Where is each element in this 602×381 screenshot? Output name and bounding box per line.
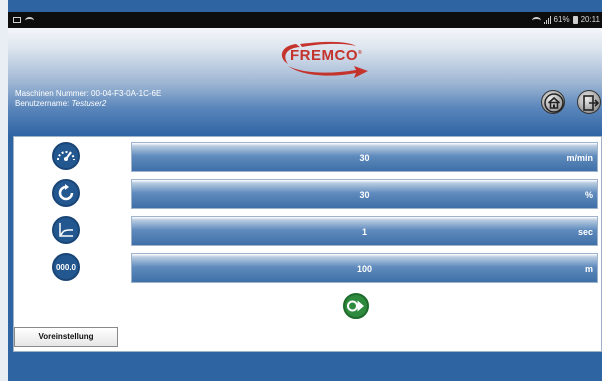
percent-field[interactable]: 30 % <box>131 179 598 209</box>
graph-icon <box>52 216 80 244</box>
speedometer-glyph <box>57 151 75 161</box>
rotate-glyph <box>58 184 74 201</box>
logo-registered-mark: ® <box>358 50 363 56</box>
logo-name: FREMCO <box>290 47 358 64</box>
user-label: Benutzername: <box>15 99 70 108</box>
wifi-notification-icon <box>25 16 34 24</box>
length-field[interactable]: 100 m <box>131 253 598 283</box>
user-name: Testuser2 <box>71 99 107 108</box>
length-unit: m <box>584 264 593 274</box>
machine-number-label: Maschinen Nummer: <box>15 89 89 98</box>
machine-info: Maschinen Nummer: 00-04-F3-0A-1C-6E Benu… <box>15 89 161 109</box>
user-line: Benutzername: Testuser2 <box>15 99 161 109</box>
app-screen: 61% 20:11 FREMCO® Maschinen Nummer: 00-0… <box>8 0 602 381</box>
logout-icon <box>583 95 600 111</box>
status-bar-left <box>13 12 34 28</box>
speedometer-icon <box>52 142 80 170</box>
start-button[interactable] <box>343 293 369 319</box>
length-value: 100 <box>356 264 373 274</box>
time-unit: sec <box>577 227 593 237</box>
battery-icon <box>572 16 578 24</box>
preset-button[interactable]: Voreinstellung <box>14 327 118 347</box>
home-button[interactable] <box>541 90 565 114</box>
counter-icon: 000.0 <box>52 253 80 281</box>
speed-value: 30 <box>359 153 370 163</box>
play-icon <box>347 300 364 312</box>
gallery-notification-icon <box>13 17 21 23</box>
fremco-logo-text: FREMCO® <box>290 44 363 64</box>
home-icon <box>544 93 564 113</box>
graph-glyph <box>59 223 73 237</box>
signal-icon <box>543 16 551 24</box>
logout-button[interactable] <box>577 90 601 114</box>
clock: 20:11 <box>580 15 600 24</box>
percent-unit: % <box>584 190 593 200</box>
time-field[interactable]: 1 sec <box>131 216 598 246</box>
machine-number-value: 00-04-F3-0A-1C-6E <box>91 89 162 98</box>
settings-panel: 30 m/min 30 % 1 sec 000.0 100 m <box>13 136 602 352</box>
status-bar-right: 61% 20:11 <box>531 12 600 28</box>
header: FREMCO® Maschinen Nummer: 00-04-F3-0A-1C… <box>8 28 602 136</box>
rotate-icon <box>52 179 80 207</box>
counter-icon-text: 000.0 <box>55 262 77 272</box>
battery-percent: 61% <box>553 15 570 24</box>
machine-number-line: Maschinen Nummer: 00-04-F3-0A-1C-6E <box>15 89 161 99</box>
speed-unit: m/min <box>566 153 593 163</box>
percent-value: 30 <box>359 190 370 200</box>
wifi-icon <box>531 16 541 24</box>
status-bar: 61% 20:11 <box>8 12 602 28</box>
speed-field[interactable]: 30 m/min <box>131 142 598 172</box>
time-value: 1 <box>361 227 367 237</box>
